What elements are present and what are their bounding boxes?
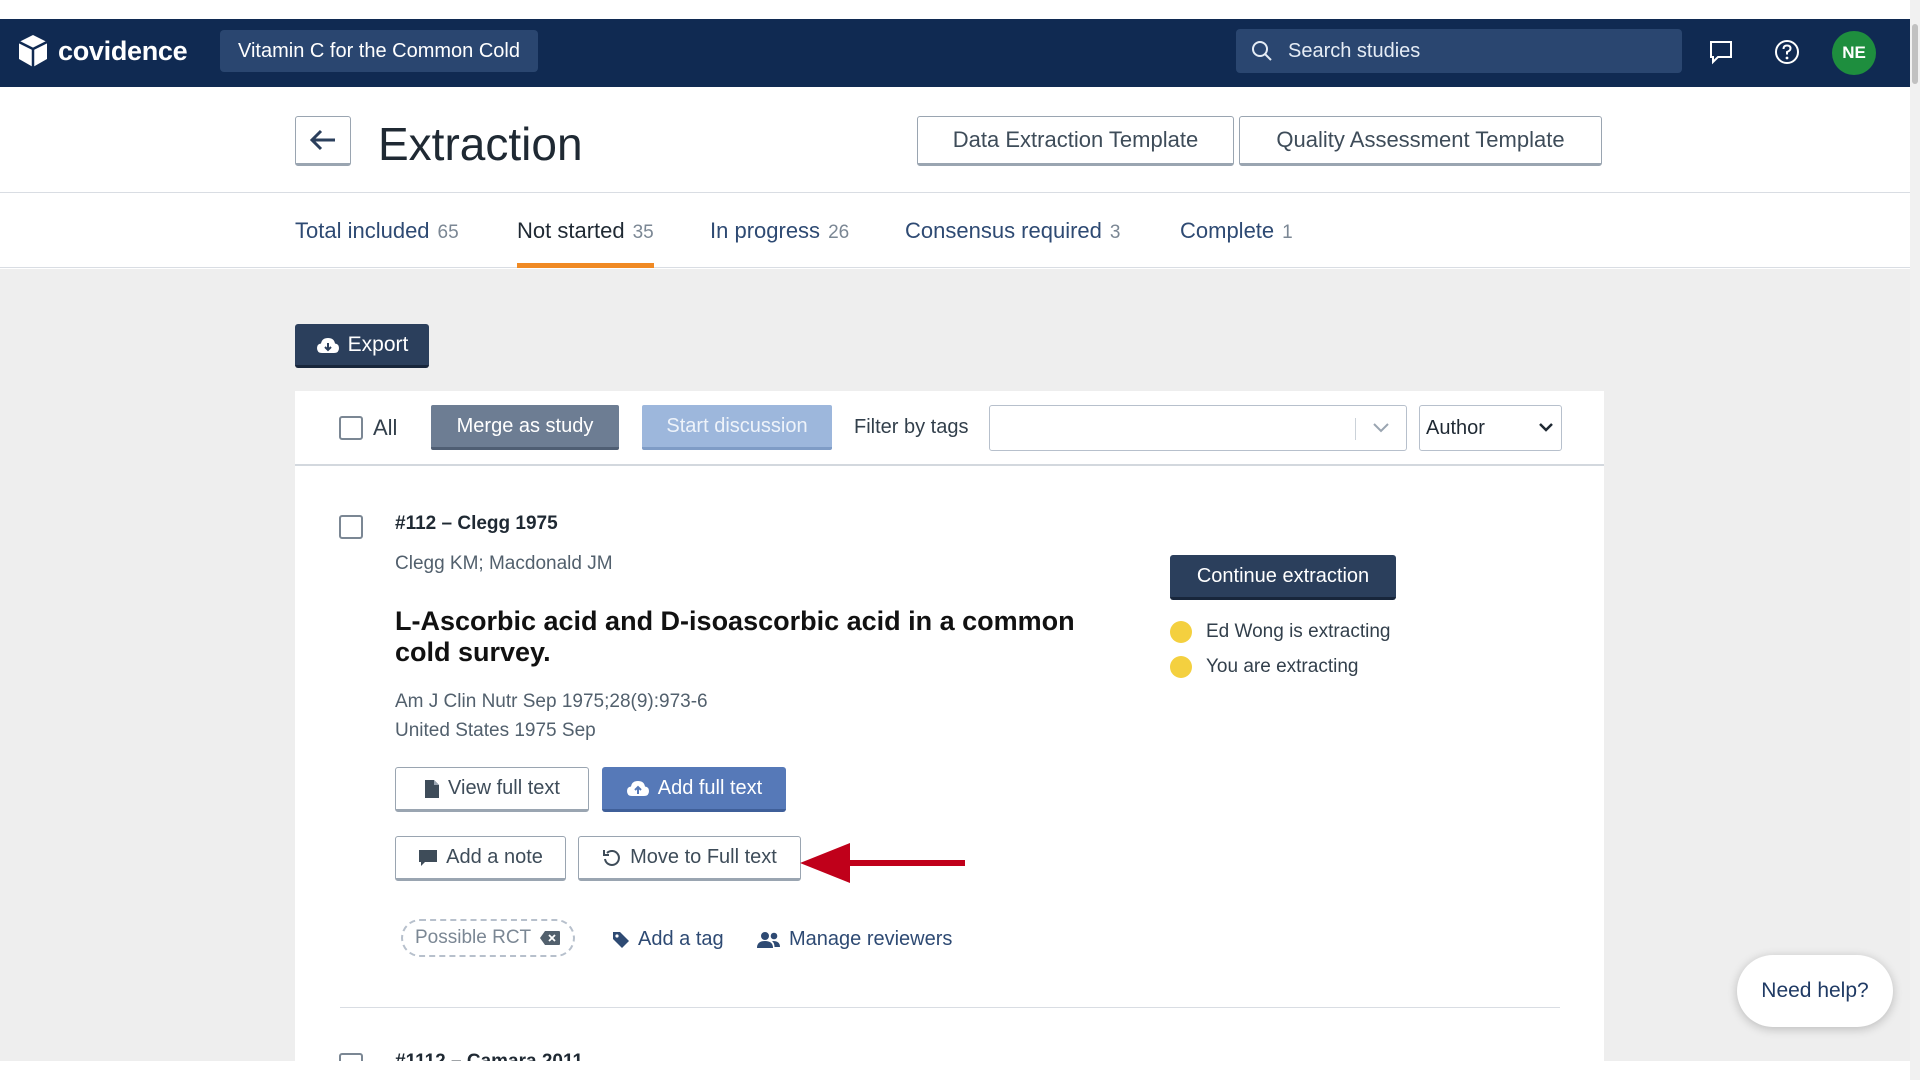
study-title: L-Ascorbic acid and D-isoascorbic acid i… — [395, 606, 1075, 667]
export-label: Export — [347, 332, 409, 356]
select-all-checkbox[interactable] — [339, 416, 363, 440]
study-id: #112 – Clegg 1975 — [395, 513, 558, 534]
studies-panel: All Merge as study Start discussion Filt… — [295, 391, 1604, 1077]
top-nav: covidence Vitamin C for the Common Cold … — [0, 19, 1910, 87]
tab-count: 65 — [437, 222, 459, 243]
search-icon — [1252, 41, 1272, 61]
tab-count: 35 — [632, 222, 654, 243]
reviewer-status-item: Ed Wong is extracting — [1170, 621, 1390, 643]
covidence-logo[interactable]: covidence — [16, 33, 188, 69]
need-help-button[interactable]: Need help? — [1737, 955, 1893, 1027]
start-discussion-button[interactable]: Start discussion — [642, 405, 832, 450]
add-tag-link[interactable]: Add a tag — [612, 928, 724, 951]
tab-label: Not started — [517, 218, 625, 243]
study-checkbox[interactable] — [339, 515, 363, 539]
sort-value: Author — [1426, 416, 1485, 439]
view-full-text-button[interactable]: View full text — [395, 767, 589, 812]
undo-icon — [603, 849, 620, 866]
move-to-full-text-button[interactable]: Move to Full text — [578, 836, 801, 881]
view-full-text-label: View full text — [448, 777, 560, 799]
tag-chip-possible-rct: Possible RCT — [401, 919, 576, 957]
app-root: covidence Vitamin C for the Common Cold … — [0, 0, 1920, 1080]
export-button[interactable]: Export — [295, 324, 429, 368]
search-placeholder: Search studies — [1288, 39, 1421, 62]
red-arrow-annotation — [800, 843, 965, 883]
tab-consensus-required[interactable]: Consensus required 3 — [905, 218, 1120, 268]
page-title: Extraction — [378, 118, 583, 170]
help-icon[interactable] — [1774, 39, 1800, 65]
reviewer-status-item: You are extracting — [1170, 656, 1358, 678]
users-icon — [757, 931, 780, 948]
remove-tag-icon[interactable] — [539, 930, 561, 946]
page-header: Extraction Data Extraction Template Qual… — [0, 87, 1910, 193]
chevron-down-icon — [1373, 423, 1389, 433]
chat-icon[interactable] — [1708, 39, 1734, 65]
tag-filter-select[interactable] — [989, 405, 1407, 451]
bottom-edge — [0, 1061, 1920, 1080]
tab-total-included[interactable]: Total included 65 — [295, 218, 459, 268]
quality-assessment-template-button[interactable]: Quality Assessment Template — [1239, 116, 1602, 166]
continue-extraction-button[interactable]: Continue extraction — [1170, 555, 1396, 600]
sort-select[interactable]: Author — [1419, 405, 1562, 451]
status-dot — [1170, 621, 1192, 643]
tab-count: 3 — [1109, 222, 1121, 243]
tab-not-started[interactable]: Not started 35 — [517, 218, 654, 268]
reviewer-status-text: You are extracting — [1206, 656, 1359, 677]
page-scrollbar[interactable] — [1910, 0, 1920, 1080]
project-name-button[interactable]: Vitamin C for the Common Cold — [220, 30, 538, 72]
add-full-text-button[interactable]: Add full text — [602, 767, 786, 812]
brand-name: covidence — [58, 35, 188, 66]
scrollbar-thumb[interactable] — [1912, 24, 1918, 84]
select-all-label: All — [373, 415, 398, 440]
study-divider — [340, 1007, 1560, 1008]
reviewer-status-text: Ed Wong is extracting — [1206, 621, 1391, 642]
user-avatar[interactable]: NE — [1832, 31, 1876, 75]
back-button[interactable] — [295, 116, 351, 166]
tab-label: Consensus required — [905, 218, 1102, 243]
tab-in-progress[interactable]: In progress 26 — [710, 218, 849, 268]
tab-label: In progress — [710, 218, 821, 243]
add-note-label: Add a note — [446, 846, 543, 868]
tag-icon — [613, 931, 629, 948]
status-dot — [1170, 656, 1192, 678]
study-authors: Clegg KM; Macdonald JM — [395, 553, 613, 574]
tab-label: Total included — [295, 218, 430, 243]
filter-by-tags-label: Filter by tags — [854, 416, 969, 438]
arrow-left-icon — [309, 129, 335, 151]
add-full-text-label: Add full text — [657, 776, 763, 799]
add-note-button[interactable]: Add a note — [395, 836, 566, 881]
merge-as-study-button[interactable]: Merge as study — [431, 405, 619, 450]
add-tag-label: Add a tag — [638, 928, 724, 950]
status-tabs: Total included 65 Not started 35 In progre… — [0, 194, 1910, 268]
comment-icon — [419, 849, 438, 866]
tab-label: Complete — [1180, 218, 1275, 243]
tab-count: 1 — [1282, 222, 1293, 243]
cloud-download-icon — [316, 337, 339, 353]
tab-count: 26 — [828, 222, 850, 243]
studies-toolbar: All Merge as study Start discussion Filt… — [295, 391, 1604, 466]
covidence-logo-icon — [18, 35, 48, 67]
search-input[interactable]: Search studies — [1236, 29, 1682, 73]
move-to-full-text-label: Move to Full text — [630, 846, 777, 868]
cloud-upload-icon — [626, 781, 649, 796]
select-separator — [1355, 418, 1356, 440]
study-journal: Am J Clin Nutr Sep 1975;28(9):973-6 — [395, 691, 708, 712]
manage-reviewers-label: Manage reviewers — [789, 928, 953, 950]
chevron-down-icon — [1539, 423, 1553, 432]
tag-label: Possible RCT — [415, 927, 532, 948]
data-extraction-template-button[interactable]: Data Extraction Template — [917, 116, 1234, 166]
manage-reviewers-link[interactable]: Manage reviewers — [757, 928, 952, 951]
tab-complete[interactable]: Complete 1 — [1180, 218, 1293, 268]
file-icon — [425, 779, 440, 798]
study-country: United States 1975 Sep — [395, 720, 596, 741]
